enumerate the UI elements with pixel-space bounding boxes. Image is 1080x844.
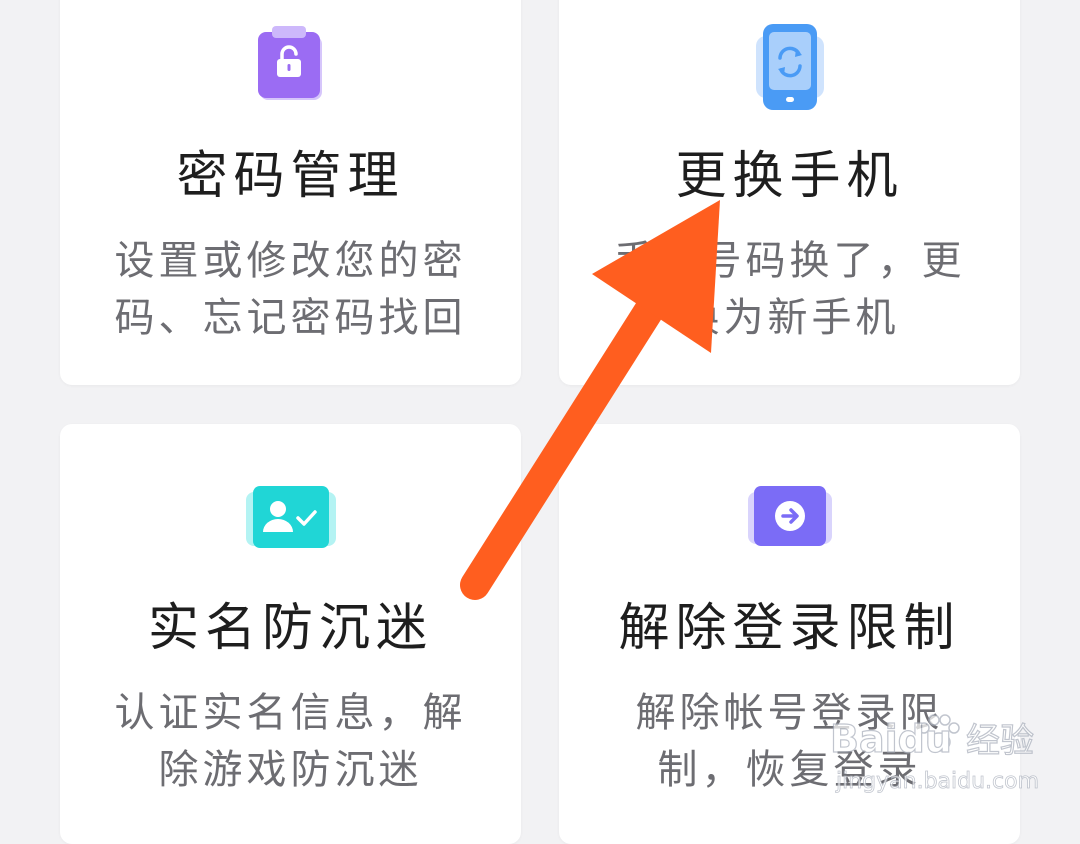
lock-clipboard-icon: [257, 22, 324, 106]
card-description: 设置或修改您的密 码、忘记密码找回: [100, 233, 481, 347]
card-description-line: 除游戏防沉迷: [158, 747, 423, 793]
real-name-anti-addiction-card[interactable]: 实名防沉迷 认证实名信息，解 除游戏防沉迷: [60, 424, 521, 844]
card-description: 认证实名信息，解 除游戏防沉迷: [100, 685, 481, 799]
id-verify-icon: [245, 482, 336, 558]
card-title: 实名防沉迷: [147, 599, 433, 658]
watermark-brand: Baidu: [830, 717, 952, 761]
login-arrow-icon: [747, 482, 832, 556]
card-description-line: 手机号码换了，更: [613, 238, 966, 284]
card-description-line: 换为新手机: [679, 295, 900, 341]
watermark-label: 经验: [966, 721, 1034, 761]
card-title: 解除登录限制: [618, 599, 961, 658]
card-description-line: 认证实名信息，解: [114, 690, 467, 736]
change-phone-card[interactable]: 更换手机 手机号码换了，更 换为新手机: [559, 0, 1020, 385]
card-title: 密码管理: [176, 147, 405, 206]
phone-switch-icon: [752, 22, 828, 116]
baidu-jingyan-watermark: Baidu 经验 jingyan.baidu.com: [829, 690, 1050, 800]
card-title: 更换手机: [675, 147, 904, 206]
card-description-line: 码、忘记密码找回: [114, 295, 467, 341]
card-description-line: 设置或修改您的密: [114, 238, 467, 284]
password-management-card[interactable]: 密码管理 设置或修改您的密 码、忘记密码找回: [60, 0, 521, 385]
watermark-url: jingyan.baidu.com: [835, 769, 1039, 794]
card-description: 手机号码换了，更 换为新手机: [599, 233, 980, 347]
